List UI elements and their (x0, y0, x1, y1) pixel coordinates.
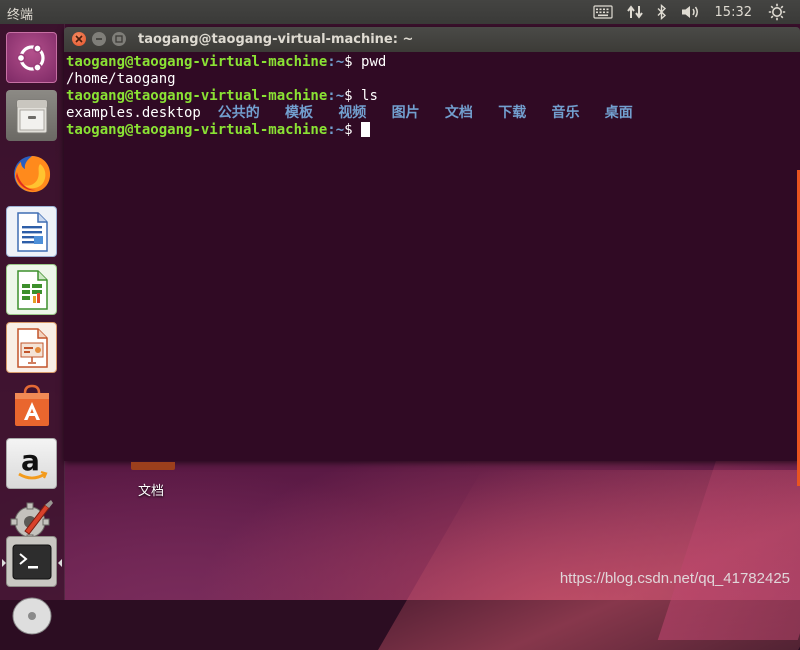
folder-icon (131, 462, 175, 470)
prompt-path: :~ (327, 54, 345, 70)
top-panel: 终端 15:32 (0, 0, 800, 24)
bluetooth-icon[interactable] (657, 0, 667, 24)
launcher-impress-button[interactable] (6, 322, 57, 373)
terminal-line: taogang@taogang-virtual-machine:~$ ls (66, 88, 378, 105)
ls-dir-entry: 公共的 (217, 105, 260, 121)
prompt-user: taogang@taogang-virtual-machine (66, 88, 328, 104)
launcher-terminal-button[interactable] (2, 536, 62, 587)
launcher-software-button[interactable] (6, 380, 57, 431)
ls-dir-entry: 模板 (285, 105, 314, 121)
minimize-button[interactable] (92, 32, 106, 46)
prompt-symbol: $ (344, 88, 353, 104)
keyboard-icon[interactable] (592, 0, 613, 24)
close-icon (75, 35, 83, 43)
text-cursor (361, 122, 371, 137)
clock[interactable]: 15:32 (715, 5, 752, 20)
minimize-icon (96, 38, 102, 40)
active-app-title[interactable]: 终端 (7, 4, 33, 23)
ls-dir-entry: 桌面 (604, 105, 633, 121)
launcher-amazon-button[interactable]: a (6, 438, 57, 489)
ubuntu-software-icon (14, 384, 49, 426)
ls-dir-entry: 图片 (391, 105, 420, 121)
terminal-line: taogang@taogang-virtual-machine:~$ pwd (66, 54, 386, 71)
prompt-path: :~ (327, 122, 345, 138)
maximize-button[interactable] (112, 32, 126, 46)
ubuntu-logo-icon (16, 43, 45, 72)
svg-text:a: a (21, 444, 40, 477)
libreoffice-writer-icon (16, 211, 48, 252)
terminal-output-line: examples.desktop 公共的 模板 视频 图片 文档 下载 音乐 桌… (66, 105, 633, 122)
prompt-symbol: $ (344, 54, 353, 70)
network-icon[interactable] (626, 0, 643, 24)
ls-dir-entry: 文档 (444, 105, 473, 121)
prompt-path: :~ (327, 88, 345, 104)
launcher-dvd-button[interactable] (6, 590, 57, 641)
command-text: ls (352, 88, 378, 104)
volume-icon[interactable] (681, 0, 701, 24)
launcher-files-button[interactable] (6, 90, 57, 141)
watermark-text: https://blog.csdn.net/qq_41782425 (559, 570, 790, 587)
terminal-text-area[interactable]: taogang@taogang-virtual-machine:~$ pwd /… (64, 52, 800, 486)
dvd-icon (12, 597, 51, 634)
firefox-icon (13, 155, 50, 192)
launcher: a (0, 24, 65, 634)
command-text: pwd (352, 54, 387, 70)
terminal-window[interactable]: taogang@taogang-virtual-machine: ~ taoga… (64, 27, 800, 486)
launcher-firefox-button[interactable] (6, 148, 57, 199)
close-button[interactable] (72, 32, 86, 46)
desktop-icon-label: 文档 (138, 484, 165, 499)
ls-dir-entry: 视频 (338, 105, 367, 121)
power-gear-icon[interactable] (768, 0, 786, 24)
terminal-output-line: /home/taogang (66, 71, 176, 87)
indicator-area: 15:32 (592, 0, 800, 24)
prompt-user: taogang@taogang-virtual-machine (66, 122, 328, 138)
prompt-symbol: $ (344, 122, 353, 138)
terminal-line: taogang@taogang-virtual-machine:~$ (66, 122, 371, 139)
libreoffice-calc-icon (16, 269, 48, 310)
launcher-dash-button[interactable] (6, 32, 57, 83)
amazon-icon: a (17, 444, 48, 479)
desktop-folder-icon[interactable]: 文档 (130, 462, 178, 499)
launcher-calc-button[interactable] (6, 264, 57, 315)
ls-dir-entry: 下载 (498, 105, 527, 121)
prompt-user: taogang@taogang-virtual-machine (66, 54, 328, 70)
terminal-icon (12, 544, 51, 579)
ls-dir-entry: 音乐 (551, 105, 580, 121)
libreoffice-impress-icon (16, 327, 48, 368)
ls-file-entry: examples.desktop (66, 105, 201, 121)
file-cabinet-icon (16, 99, 47, 133)
window-titlebar[interactable]: taogang@taogang-virtual-machine: ~ (64, 27, 800, 52)
maximize-icon (115, 35, 123, 43)
window-title: taogang@taogang-virtual-machine: ~ (138, 32, 414, 47)
launcher-writer-button[interactable] (6, 206, 57, 257)
